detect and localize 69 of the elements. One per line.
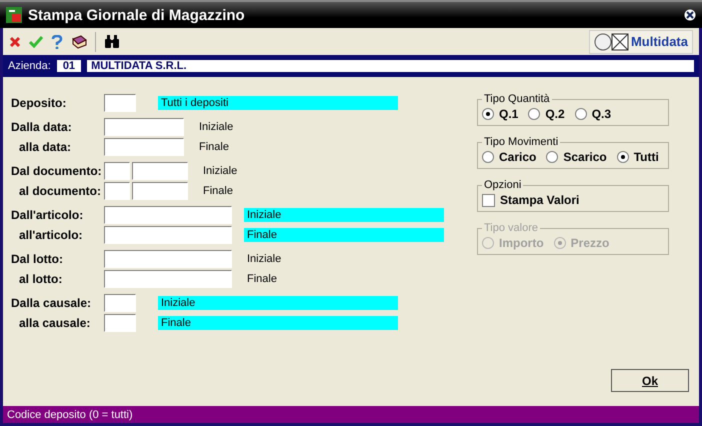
input-field[interactable] — [132, 162, 188, 180]
input-field[interactable] — [104, 294, 136, 312]
radio-button[interactable] — [528, 108, 540, 120]
field-label: al documento: — [18, 184, 102, 198]
radio-button[interactable] — [546, 151, 558, 163]
field-label: Dall'articolo: — [11, 208, 84, 222]
input-field[interactable] — [104, 138, 184, 156]
radio-button[interactable] — [482, 108, 494, 120]
status-text: Codice deposito (0 = tutti) — [7, 408, 133, 420]
group-title: Tipo Movimenti — [483, 136, 560, 148]
window-title: Stampa Giornale di Magazzino — [28, 6, 246, 24]
help-icon[interactable] — [51, 34, 63, 48]
option-label: Q.1 — [499, 107, 518, 121]
field-description: Iniziale — [244, 208, 444, 222]
input-field[interactable] — [104, 270, 232, 288]
field-description: Iniziale — [158, 296, 398, 310]
company-code: 01 — [56, 60, 82, 72]
cancel-icon[interactable] — [9, 36, 21, 48]
field-label: Deposito: — [11, 96, 68, 110]
company-label: Azienda: — [8, 60, 51, 72]
field-description: Finale — [244, 228, 444, 242]
radio-button[interactable] — [574, 108, 587, 120]
field-description: Iniziale — [198, 120, 234, 134]
group-title: Tipo Quantità — [483, 93, 551, 105]
input-field[interactable] — [104, 162, 130, 180]
field-label: alla causale: — [18, 316, 92, 330]
option-label: Scarico — [563, 150, 607, 164]
field-description: Finale — [202, 184, 234, 198]
company-name: MULTIDATA S.R.L. — [87, 60, 694, 72]
input-field[interactable] — [104, 94, 136, 112]
binoculars-icon[interactable] — [104, 35, 120, 48]
book-icon[interactable] — [71, 34, 87, 48]
option-label: Carico — [499, 150, 536, 164]
field-label: al lotto: — [18, 272, 64, 286]
field-description: Finale — [246, 272, 278, 286]
group-title: Opzioni — [483, 179, 522, 191]
input-field[interactable] — [104, 226, 232, 244]
option-label: Stampa Valori — [500, 193, 580, 207]
close-icon[interactable] — [684, 9, 696, 21]
input-field[interactable] — [104, 206, 232, 224]
field-description: Iniziale — [202, 164, 238, 178]
option-label: Importo — [499, 236, 544, 250]
option-label: Tutti — [634, 150, 659, 164]
input-field[interactable] — [104, 314, 136, 332]
field-description: Iniziale — [246, 252, 282, 266]
radio-button[interactable] — [616, 151, 629, 163]
field-label: Dal documento: — [11, 164, 103, 178]
input-field[interactable] — [104, 118, 184, 136]
input-field[interactable] — [104, 182, 130, 200]
field-label: all'articolo: — [18, 228, 84, 242]
app-icon — [6, 7, 22, 23]
option-label: Prezzo — [570, 236, 610, 250]
field-label: Dalla causale: — [11, 296, 92, 310]
option-label: Q.3 — [592, 107, 612, 121]
input-field[interactable] — [104, 250, 232, 268]
field-label: Dal lotto: — [11, 252, 64, 266]
radio-button[interactable] — [482, 151, 494, 163]
ok-button[interactable]: Ok — [611, 369, 689, 392]
checkbox[interactable] — [482, 194, 495, 206]
field-label: alla data: — [18, 140, 72, 154]
field-description: Finale — [158, 316, 398, 330]
field-description: Tutti i depositi — [158, 96, 398, 110]
input-field[interactable] — [132, 182, 188, 200]
field-label: Dalla data: — [11, 120, 73, 134]
field-description: Finale — [198, 140, 230, 154]
brand-logo: Multidata — [588, 30, 693, 54]
group-title: Tipo valore — [483, 222, 540, 234]
confirm-icon[interactable] — [29, 36, 43, 48]
option-label: Q.2 — [545, 107, 565, 121]
